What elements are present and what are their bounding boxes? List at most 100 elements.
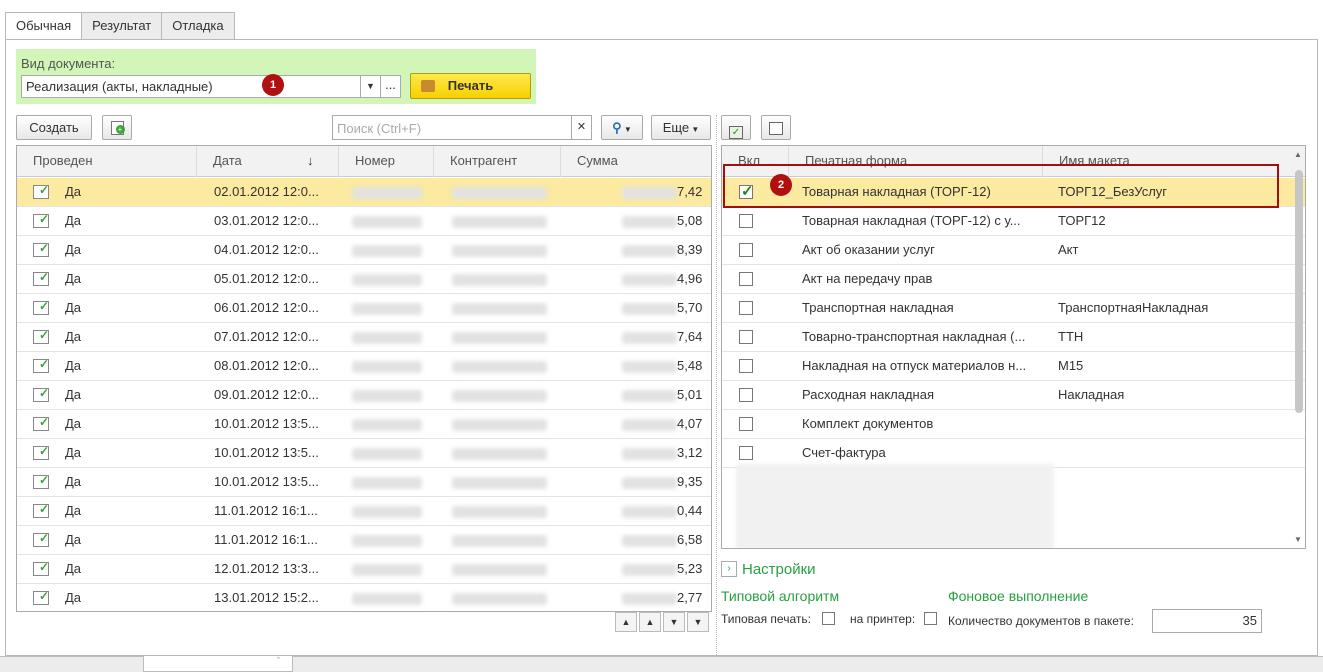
sum-cell: 2,77 xyxy=(677,590,703,605)
counterparty-cell-blurred xyxy=(452,390,547,402)
print-form-checkbox[interactable] xyxy=(739,359,753,373)
table-row[interactable]: Да 05.01.2012 12:0... 4,96 xyxy=(17,265,711,294)
list-item[interactable]: Накладная на отпуск материалов н... М15 xyxy=(722,352,1305,381)
table-row[interactable]: Да 10.01.2012 13:5... 3,12 xyxy=(17,439,711,468)
nav-first-button[interactable]: ▲ xyxy=(615,612,637,632)
posted-cell: Да xyxy=(65,445,82,460)
bottom-tab[interactable]: ˇ xyxy=(143,656,293,672)
col-posted[interactable]: Проведен xyxy=(17,146,197,177)
scroll-up-icon[interactable]: ▲ xyxy=(1294,150,1304,160)
typical-algorithm-label: Типовой алгоритм xyxy=(721,588,840,604)
uncheck-all-icon xyxy=(769,122,783,135)
close-icon[interactable]: ˇ xyxy=(277,656,280,666)
table-row[interactable]: Да 13.01.2012 15:2... 2,77 xyxy=(17,584,711,611)
doc-type-more-button[interactable]: ... xyxy=(380,76,400,97)
col-number[interactable]: Номер xyxy=(339,146,434,177)
table-row[interactable]: Да 11.01.2012 16:1... 0,44 xyxy=(17,497,711,526)
sum-cell-blurred xyxy=(622,332,677,344)
print-form-checkbox[interactable] xyxy=(739,446,753,460)
posted-cell: Да xyxy=(65,184,82,199)
scrollbar-thumb[interactable] xyxy=(1295,170,1303,413)
search-button[interactable]: ⚲ ▼ xyxy=(601,115,643,140)
tab-bar: Обычная Результат Отладка xyxy=(5,12,235,40)
date-cell: 08.01.2012 12:0... xyxy=(214,358,319,373)
sum-cell: 3,12 xyxy=(677,445,703,460)
print-form-name: Акт об оказании услуг xyxy=(802,242,935,257)
print-form-name: Товарная накладная (ТОРГ-12) с у... xyxy=(802,213,1021,228)
tab-normal[interactable]: Обычная xyxy=(5,12,83,40)
typical-print-checkbox[interactable] xyxy=(822,612,835,625)
print-button[interactable]: Печать xyxy=(410,73,531,99)
posted-document-icon xyxy=(33,502,49,518)
sum-cell-blurred xyxy=(622,216,677,228)
list-item[interactable]: Товарная накладная (ТОРГ-12) с у... ТОРГ1… xyxy=(722,207,1305,236)
print-form-name: Товарно-транспортная накладная (... xyxy=(802,329,1026,344)
table-row[interactable]: Да 12.01.2012 13:3... 5,23 xyxy=(17,555,711,584)
chevron-down-icon[interactable]: ▼ xyxy=(360,76,380,97)
list-item[interactable]: Транспортная накладная ТранспортнаяНаклад… xyxy=(722,294,1305,323)
counterparty-cell-blurred xyxy=(452,216,547,228)
nav-prev-button[interactable]: ▲ xyxy=(639,612,661,632)
posted-cell: Да xyxy=(65,503,82,518)
sum-cell: 4,07 xyxy=(677,416,703,431)
check-all-button[interactable]: ✓ xyxy=(721,115,751,140)
print-form-checkbox[interactable] xyxy=(739,388,753,402)
table-row[interactable]: Да 10.01.2012 13:5... 9,35 xyxy=(17,468,711,497)
chevron-right-icon[interactable]: › xyxy=(721,561,737,577)
marker-2: 2 xyxy=(770,174,792,196)
tab-debug[interactable]: Отладка xyxy=(161,12,235,39)
clear-search-icon[interactable]: ✕ xyxy=(571,116,591,139)
print-form-checkbox[interactable] xyxy=(739,417,753,431)
blurred-rows xyxy=(736,464,1054,548)
add-copy-button[interactable]: + xyxy=(102,115,132,140)
create-button[interactable]: Создать xyxy=(16,115,92,140)
posted-document-icon xyxy=(33,560,49,576)
search-input[interactable]: Поиск (Ctrl+F) ✕ xyxy=(332,115,592,140)
table-row[interactable]: Да 08.01.2012 12:0... 5,48 xyxy=(17,352,711,381)
scroll-down-icon[interactable]: ▼ xyxy=(1294,535,1304,545)
tab-result[interactable]: Результат xyxy=(81,12,163,39)
list-item[interactable]: Товарно-транспортная накладная (... ТТН xyxy=(722,323,1305,352)
typical-print-label: Типовая печать: xyxy=(721,612,811,626)
print-form-checkbox[interactable] xyxy=(739,243,753,257)
print-form-checkbox[interactable] xyxy=(739,214,753,228)
doc-type-select[interactable]: Реализация (акты, накладные) ▼ ... xyxy=(21,75,401,98)
add-document-icon: + xyxy=(110,121,125,135)
posted-cell: Да xyxy=(65,300,82,315)
print-form-checkbox[interactable] xyxy=(739,272,753,286)
to-printer-checkbox[interactable] xyxy=(924,612,937,625)
more-button[interactable]: Еще ▼ xyxy=(651,115,711,140)
sum-cell-blurred xyxy=(622,448,677,460)
table-row[interactable]: Да 03.01.2012 12:0... 5,08 xyxy=(17,207,711,236)
uncheck-all-button[interactable] xyxy=(761,115,791,140)
sum-cell-blurred xyxy=(622,477,677,489)
batch-count-input[interactable]: 35 xyxy=(1152,609,1262,633)
documents-table[interactable]: Проведен Дата ↓ Номер Контрагент Сумма Д… xyxy=(16,145,712,612)
print-form-checkbox[interactable] xyxy=(739,330,753,344)
table-row[interactable]: Да 07.01.2012 12:0... 7,64 xyxy=(17,323,711,352)
nav-last-button[interactable]: ▼ xyxy=(687,612,709,632)
table-row[interactable]: Да 11.01.2012 16:1... 6,58 xyxy=(17,526,711,555)
nav-next-button[interactable]: ▼ xyxy=(663,612,685,632)
table-row[interactable]: Да 09.01.2012 12:0... 5,01 xyxy=(17,381,711,410)
number-cell-blurred xyxy=(352,303,422,315)
print-button-label: Печать xyxy=(447,78,494,93)
col-sum[interactable]: Сумма xyxy=(561,146,711,177)
table-row[interactable]: Да 10.01.2012 13:5... 4,07 xyxy=(17,410,711,439)
settings-link[interactable]: Настройки xyxy=(742,561,816,578)
col-date[interactable]: Дата xyxy=(197,146,339,177)
counterparty-cell-blurred xyxy=(452,593,547,605)
splitter[interactable] xyxy=(716,115,717,655)
list-item[interactable]: Акт об оказании услуг Акт xyxy=(722,236,1305,265)
col-counterparty[interactable]: Контрагент xyxy=(434,146,561,177)
sum-cell: 7,64 xyxy=(677,329,703,344)
sum-cell: 4,96 xyxy=(677,271,703,286)
table-row[interactable]: Да 04.01.2012 12:0... 8,39 xyxy=(17,236,711,265)
list-item[interactable]: Комплект документов xyxy=(722,410,1305,439)
table-row[interactable]: Да 02.01.2012 12:0... 7,42 xyxy=(17,178,711,207)
table-row[interactable]: Да 06.01.2012 12:0... 5,70 xyxy=(17,294,711,323)
print-form-checkbox[interactable] xyxy=(739,301,753,315)
list-item[interactable]: Акт на передачу прав xyxy=(722,265,1305,294)
list-item[interactable]: Расходная накладная Накладная xyxy=(722,381,1305,410)
posted-document-icon xyxy=(33,183,49,199)
